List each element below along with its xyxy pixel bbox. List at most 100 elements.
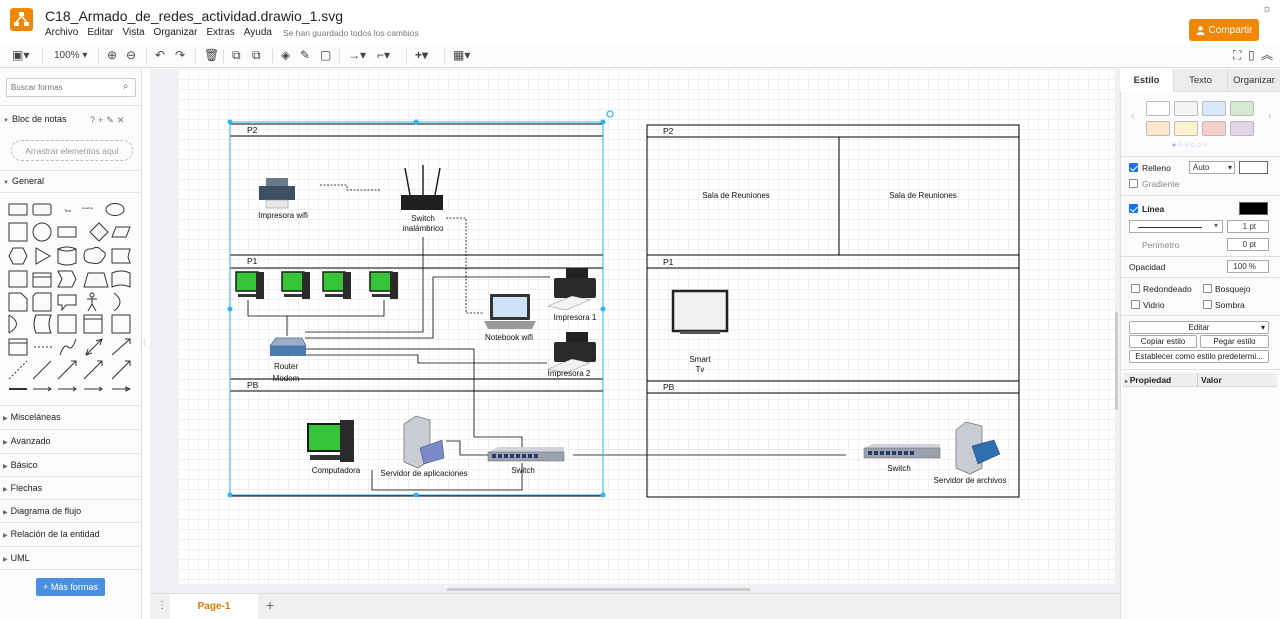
- general-shape-library[interactable]: Text Heading: [6, 201, 134, 401]
- section-miscelaneas[interactable]: ▶ Misceláneas: [0, 412, 142, 422]
- page-grid[interactable]: [178, 69, 1115, 584]
- zoom-out-icon[interactable]: ⊖: [126, 48, 136, 63]
- property-column-header[interactable]: ▸ Propiedad: [1125, 375, 1171, 385]
- style-swatch[interactable]: [1174, 101, 1198, 116]
- menu-extras[interactable]: Extras: [206, 27, 234, 41]
- menu-archivo[interactable]: Archivo: [45, 27, 78, 41]
- delete-icon[interactable]: 🗑: [204, 48, 219, 63]
- section-diagrama-de-flujo[interactable]: ▶ Diagrama de flujo: [0, 506, 142, 516]
- sketch-checkbox[interactable]: [1203, 284, 1212, 293]
- style-swatch[interactable]: [1230, 121, 1254, 136]
- opacity-input[interactable]: 100 %: [1227, 260, 1269, 273]
- general-section-header[interactable]: ▼ General: [0, 176, 142, 186]
- rounded-checkbox[interactable]: [1131, 284, 1140, 293]
- to-back-icon[interactable]: ⧉: [252, 48, 261, 63]
- shape-search-input[interactable]: [6, 78, 136, 97]
- menu-editar[interactable]: Editar: [87, 27, 113, 41]
- fill-color-button[interactable]: [1239, 161, 1268, 174]
- edit-style-select[interactable]: Editar ▾: [1129, 321, 1269, 334]
- zoom-select[interactable]: 100% ▾: [54, 48, 87, 63]
- swatch-pager-dots[interactable]: ●○○○○○: [1172, 142, 1209, 149]
- smart-tv-label[interactable]: Smart Tv: [679, 355, 721, 375]
- file-server-label[interactable]: Servidor de archivos: [928, 476, 1012, 486]
- wifi-printer-label[interactable]: Impresora wifi: [249, 211, 317, 221]
- left-floor-p2-label[interactable]: P2: [247, 125, 257, 135]
- line-color-icon[interactable]: ✎: [300, 48, 310, 63]
- help-icon[interactable]: ?: [90, 115, 98, 125]
- shadow-checkbox[interactable]: [1203, 300, 1212, 309]
- printer-1-label[interactable]: Impresora 1: [549, 313, 601, 323]
- notebook-label[interactable]: Notebook wifi: [478, 333, 540, 343]
- section-basico[interactable]: ▶ Básico: [0, 460, 142, 470]
- collapse-toolbar-icon[interactable]: ︽: [1261, 48, 1273, 63]
- section-avanzado[interactable]: ▶ Avanzado: [0, 436, 142, 446]
- right-floor-p1-label[interactable]: P1: [663, 257, 673, 267]
- wireless-switch-label[interactable]: Switch inalámbrico: [394, 214, 452, 234]
- format-panel-icon[interactable]: ▯: [1248, 48, 1255, 63]
- paste-style-button[interactable]: Pegar estilo: [1200, 335, 1269, 348]
- line-pattern-select[interactable]: ▾: [1129, 220, 1223, 233]
- fill-checkbox[interactable]: [1129, 163, 1138, 172]
- pages-menu-icon[interactable]: ⋮: [157, 600, 167, 611]
- section-flechas[interactable]: ▶ Flechas: [0, 483, 142, 493]
- switch-left-label[interactable]: Switch: [502, 466, 544, 476]
- shadow-icon[interactable]: ▢: [320, 48, 331, 63]
- waypoints-icon[interactable]: ⌐▾: [377, 48, 390, 63]
- zoom-in-icon[interactable]: ⊕: [107, 48, 117, 63]
- scratchpad-dropzone[interactable]: Arrastrar elementos aquí: [11, 140, 133, 161]
- right-floor-p2-label[interactable]: P2: [663, 126, 673, 136]
- router-label[interactable]: Router Modem: [265, 361, 307, 385]
- redo-icon[interactable]: ↷: [175, 48, 185, 63]
- style-swatch[interactable]: [1146, 101, 1170, 116]
- fill-color-icon[interactable]: ◈: [281, 48, 290, 63]
- horizontal-scrollbar[interactable]: [447, 588, 751, 591]
- fill-type-select[interactable]: Auto ▾: [1189, 161, 1235, 174]
- theme-toggle-icon[interactable]: ☼: [1262, 3, 1272, 15]
- style-swatch[interactable]: [1146, 121, 1170, 136]
- tab-estilo[interactable]: Estilo: [1120, 69, 1173, 92]
- set-default-style-button[interactable]: Establecer como estilo predetermi...: [1129, 350, 1269, 363]
- style-swatch[interactable]: [1202, 121, 1226, 136]
- scratchpad-tools[interactable]: ?+✎✕: [90, 115, 127, 126]
- save-status[interactable]: Se han guardado todos los cambios: [283, 27, 419, 41]
- gradient-checkbox[interactable]: [1129, 179, 1138, 188]
- printer-2-label[interactable]: Impresora 2: [543, 369, 595, 379]
- tab-organizar[interactable]: Organizar: [1227, 69, 1280, 92]
- menu-vista[interactable]: Vista: [122, 27, 144, 41]
- file-title[interactable]: C18_Armado_de_redes_actividad.drawio_1.s…: [45, 8, 343, 24]
- collapse-panel-icon[interactable]: ⁞: [143, 338, 145, 347]
- insert-icon[interactable]: +▾: [415, 48, 428, 63]
- line-width-input[interactable]: 1 pt: [1227, 220, 1269, 233]
- right-floor-pb-label[interactable]: PB: [663, 382, 674, 392]
- style-swatch[interactable]: [1230, 101, 1254, 116]
- left-floor-p1-label[interactable]: P1: [247, 256, 257, 266]
- fullscreen-icon[interactable]: ⛶: [1233, 48, 1241, 63]
- to-front-icon[interactable]: ⧉: [232, 48, 241, 63]
- page-tab-active[interactable]: Page-1: [170, 594, 258, 619]
- vertical-scrollbar[interactable]: [1115, 312, 1118, 410]
- menu-organizar[interactable]: Organizar: [154, 27, 198, 41]
- glass-checkbox[interactable]: [1131, 300, 1140, 309]
- panel-toggle-icon[interactable]: ▣▾: [12, 48, 29, 63]
- section-uml[interactable]: ▶ UML: [0, 553, 142, 563]
- meeting-room-a-label[interactable]: Sala de Reuniones: [690, 191, 782, 201]
- menu-ayuda[interactable]: Ayuda: [244, 27, 272, 41]
- copy-style-button[interactable]: Copiar estilo: [1129, 335, 1197, 348]
- share-button[interactable]: Compartir: [1189, 19, 1259, 41]
- line-checkbox[interactable]: [1129, 204, 1138, 213]
- undo-icon[interactable]: ↶: [155, 48, 165, 63]
- style-swatch[interactable]: [1202, 101, 1226, 116]
- perimeter-input[interactable]: 0 pt: [1227, 238, 1269, 251]
- connection-icon[interactable]: →▾: [348, 48, 366, 63]
- left-floor-pb-label[interactable]: PB: [247, 380, 258, 390]
- meeting-room-b-label[interactable]: Sala de Reuniones: [877, 191, 969, 201]
- table-icon[interactable]: ▦▾: [453, 48, 470, 63]
- more-shapes-button[interactable]: + Más formas: [36, 578, 105, 596]
- switch-right-label[interactable]: Switch: [878, 464, 920, 474]
- section-relacion-entidad[interactable]: ▶ Relación de la entidad: [0, 529, 142, 539]
- add-page-icon[interactable]: +: [266, 597, 274, 613]
- line-color-button[interactable]: [1239, 202, 1268, 215]
- app-server-label[interactable]: Servidor de aplicaciones: [374, 469, 474, 479]
- swatch-prev-icon[interactable]: ‹: [1131, 111, 1134, 122]
- computer-label[interactable]: Computadora: [304, 466, 368, 476]
